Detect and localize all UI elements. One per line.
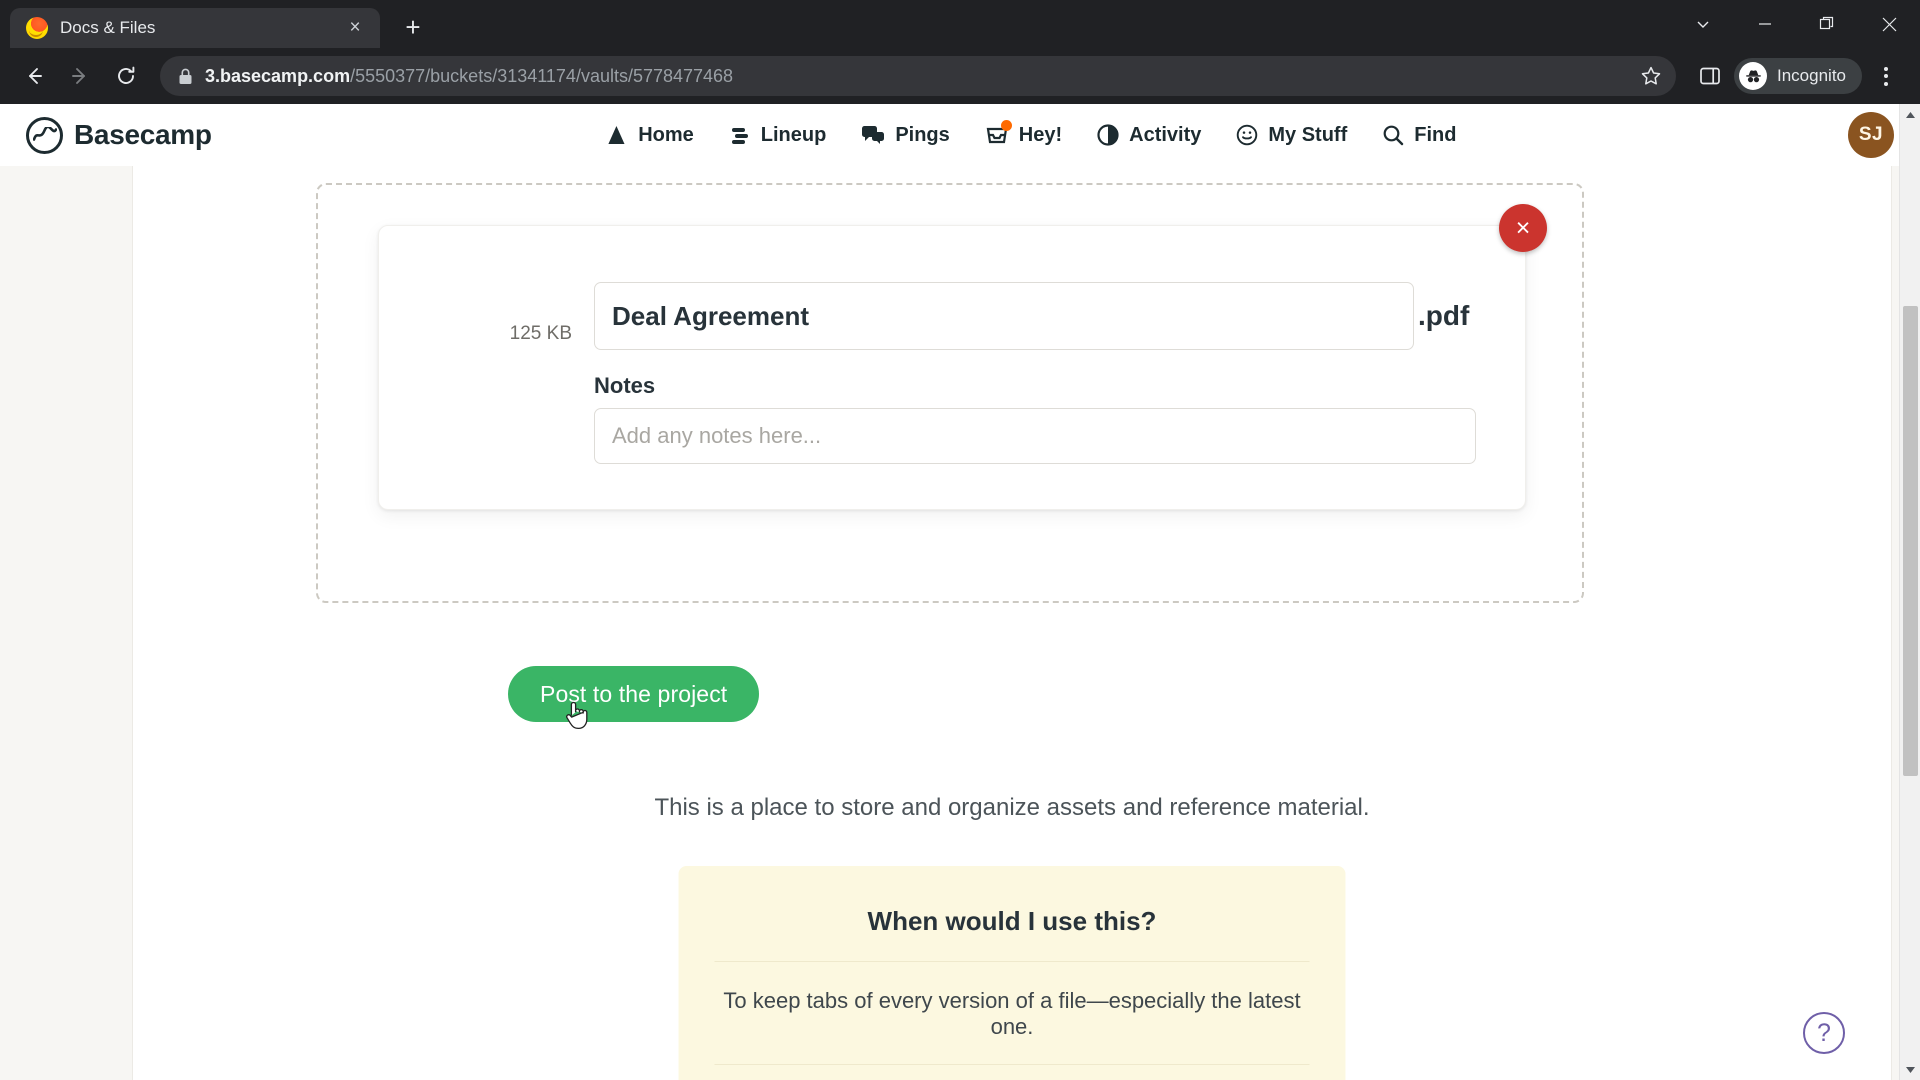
address-bar[interactable]: 3.basecamp.com/5550377/buckets/31341174/… — [160, 56, 1676, 96]
remove-upload-close-icon[interactable]: × — [1499, 204, 1547, 252]
site-secure-lock-icon[interactable] — [178, 68, 193, 85]
three-dot-menu-icon[interactable] — [1866, 54, 1906, 98]
nav-item-home[interactable]: Home — [603, 122, 694, 148]
activity-icon — [1097, 124, 1119, 146]
incognito-indicator[interactable]: Incognito — [1734, 58, 1862, 94]
tip-item: To share big files with a teammate or a … — [714, 1064, 1310, 1080]
toolbar-right-actions: Incognito — [1690, 54, 1906, 98]
basecamp-top-nav: Basecamp Home Lineup Pings Hey! Activity… — [0, 104, 1920, 166]
help-button[interactable]: ? — [1803, 1012, 1845, 1054]
scrollbar-thumb[interactable] — [1903, 306, 1918, 776]
nav-item-hey[interactable]: Hey! — [984, 120, 1063, 147]
avatar[interactable]: SJ — [1847, 112, 1894, 158]
basecamp-nav-items: Home Lineup Pings Hey! Activity My Stuff… — [603, 120, 1456, 148]
nav-label: Home — [638, 123, 694, 146]
tab-search-chevron-icon[interactable] — [1672, 0, 1734, 48]
url-text: 3.basecamp.com/5550377/buckets/31341174/… — [205, 66, 733, 87]
scroll-up-arrow-icon[interactable] — [1900, 104, 1920, 125]
pings-icon — [862, 126, 885, 144]
basecamp-logo[interactable]: Basecamp — [26, 116, 212, 154]
window-controls — [1672, 0, 1920, 48]
scroll-down-arrow-icon[interactable] — [1900, 1059, 1920, 1080]
lineup-icon — [731, 128, 748, 144]
hey-unread-badge — [1000, 120, 1012, 131]
tip-item: To keep tabs of every version of a file—… — [714, 961, 1310, 1064]
intro-text: This is a place to store and organize as… — [654, 794, 1370, 821]
url-path: /5550377/buckets/31341174/vaults/5778477… — [350, 65, 734, 86]
tips-panel: When would I use this? To keep tabs of e… — [678, 866, 1346, 1080]
post-to-project-button[interactable]: Post to the project — [508, 666, 760, 722]
nav-label: Find — [1414, 123, 1457, 146]
url-domain: 3.basecamp.com — [205, 65, 351, 86]
nav-label: Pings — [895, 123, 950, 146]
browser-toolbar: 3.basecamp.com/5550377/buckets/31341174/… — [0, 48, 1920, 104]
tab-title: Docs & Files — [60, 18, 156, 37]
nav-label: Lineup — [760, 123, 827, 146]
home-icon — [606, 124, 625, 145]
nav-label: Hey! — [1018, 123, 1063, 146]
upload-file-card: × 125 KB .pdf Notes — [378, 204, 1547, 510]
search-icon — [1383, 125, 1404, 146]
star-icon[interactable] — [1640, 65, 1662, 87]
nav-item-my-stuff[interactable]: My Stuff — [1235, 123, 1347, 147]
forward-button-icon[interactable] — [60, 56, 100, 96]
side-panel-icon[interactable] — [1690, 56, 1730, 96]
content-container: × 125 KB .pdf Notes Post to the project — [132, 166, 1892, 1080]
incognito-label: Incognito — [1777, 66, 1846, 85]
close-window-icon[interactable] — [1858, 0, 1920, 48]
reload-button-icon[interactable] — [106, 56, 146, 96]
file-size-label: 125 KB — [509, 323, 572, 344]
nav-item-find[interactable]: Find — [1381, 123, 1456, 147]
nav-item-pings[interactable]: Pings — [860, 123, 950, 147]
tips-title: When would I use this? — [867, 906, 1157, 936]
back-button-icon[interactable] — [14, 56, 54, 96]
incognito-hat-icon — [1739, 62, 1767, 90]
browser-tab[interactable]: Docs & Files × — [10, 8, 380, 48]
file-name-row: .pdf — [594, 282, 1485, 350]
basecamp-wordmark: Basecamp — [74, 119, 212, 150]
maximize-window-icon[interactable] — [1796, 0, 1858, 48]
new-tab-button[interactable]: + — [394, 8, 432, 46]
file-dropzone[interactable]: × 125 KB .pdf Notes — [316, 183, 1584, 603]
minimize-window-icon[interactable] — [1734, 0, 1796, 48]
page-body: × 125 KB .pdf Notes Post to the project — [0, 166, 1920, 1080]
notes-input[interactable] — [594, 408, 1476, 464]
nav-item-lineup[interactable]: Lineup — [728, 123, 827, 147]
basecamp-logo-icon — [26, 116, 63, 154]
my-stuff-smiley-icon — [1237, 124, 1258, 146]
file-extension-label: .pdf — [1418, 299, 1470, 331]
tab-strip: Docs & Files × + — [0, 0, 1920, 48]
browser-window: Docs & Files × + 3.basecamp.com/5550377/… — [0, 0, 1920, 1080]
upload-fields: .pdf Notes — [594, 226, 1525, 464]
page-scrollbar[interactable] — [1899, 104, 1920, 1080]
nav-item-activity[interactable]: Activity — [1096, 123, 1201, 147]
close-tab-icon[interactable]: × — [342, 15, 368, 41]
nav-label: My Stuff — [1268, 123, 1348, 146]
nav-label: Activity — [1129, 123, 1202, 146]
file-name-input[interactable] — [594, 282, 1414, 350]
basecamp-favicon-icon — [26, 17, 48, 39]
notes-label: Notes — [594, 373, 656, 398]
page-viewport: Basecamp Home Lineup Pings Hey! Activity… — [0, 104, 1920, 1080]
